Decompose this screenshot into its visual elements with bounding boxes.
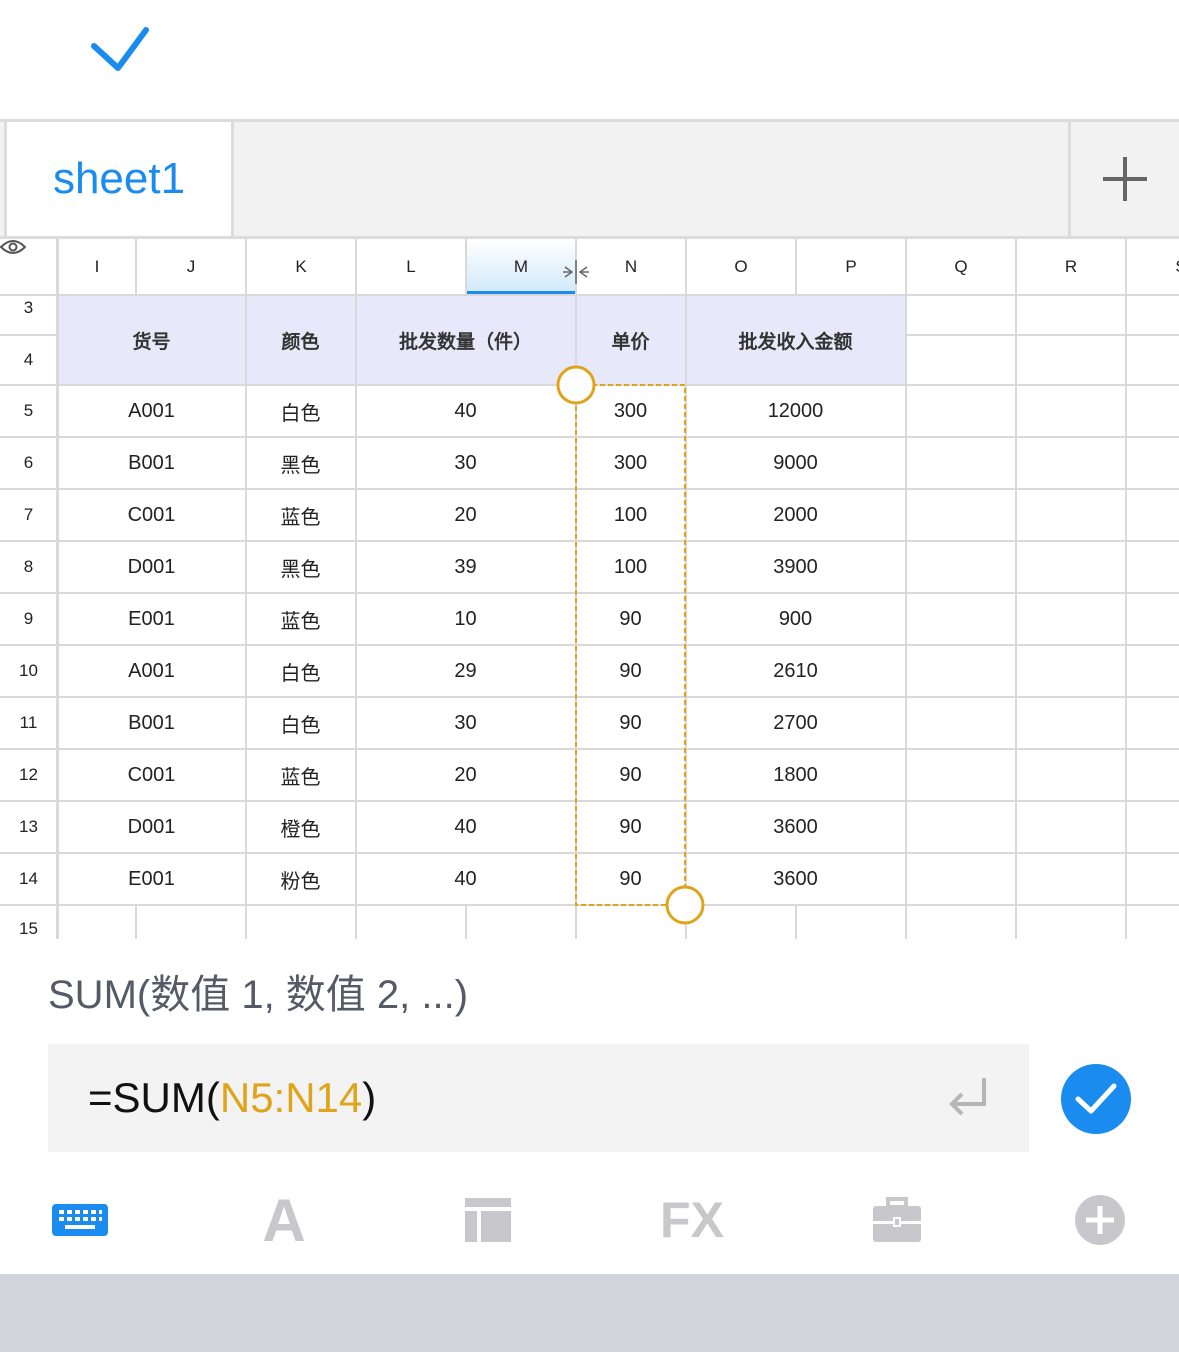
toolbox-icon[interactable] (847, 1180, 947, 1260)
formula-suffix: ) (362, 1074, 377, 1121)
formula-range: N5:N14 (219, 1074, 363, 1121)
formula-prefix: =SUM( (88, 1074, 220, 1121)
keyboard-icon[interactable] (30, 1180, 130, 1260)
bottom-toolbar: A FX (0, 1170, 1179, 1274)
spreadsheet-grid[interactable]: IJKLMNOPQRS 3456789101112131415 货号 颜色 批发… (0, 239, 1179, 939)
sheet-tab-bar: sheet1 (0, 119, 1179, 239)
add-sheet-button[interactable] (1068, 122, 1179, 236)
range-selection (556, 365, 705, 925)
keyboard-area (0, 1274, 1179, 1352)
plus-icon (1103, 157, 1147, 201)
top-bar (0, 0, 1179, 120)
confirm-button[interactable] (1061, 1064, 1131, 1134)
tab-sheet1[interactable]: sheet1 (4, 122, 234, 236)
function-hint: SUM(数值 1, 数值 2, ...) (48, 973, 469, 1017)
enter-icon[interactable] (940, 1074, 1000, 1124)
done-check-icon[interactable] (88, 24, 152, 80)
formula-input[interactable]: =SUM(N5:N14) (48, 1044, 1029, 1152)
plus-circle-icon[interactable] (1050, 1180, 1150, 1260)
fx-icon[interactable]: FX (642, 1180, 742, 1260)
layout-icon[interactable] (438, 1180, 538, 1260)
range-end-handle[interactable] (665, 885, 705, 925)
font-icon[interactable]: A (234, 1180, 334, 1260)
column-resize-icon[interactable] (562, 259, 590, 285)
check-icon (1075, 1083, 1117, 1114)
range-start-handle[interactable] (556, 365, 596, 405)
